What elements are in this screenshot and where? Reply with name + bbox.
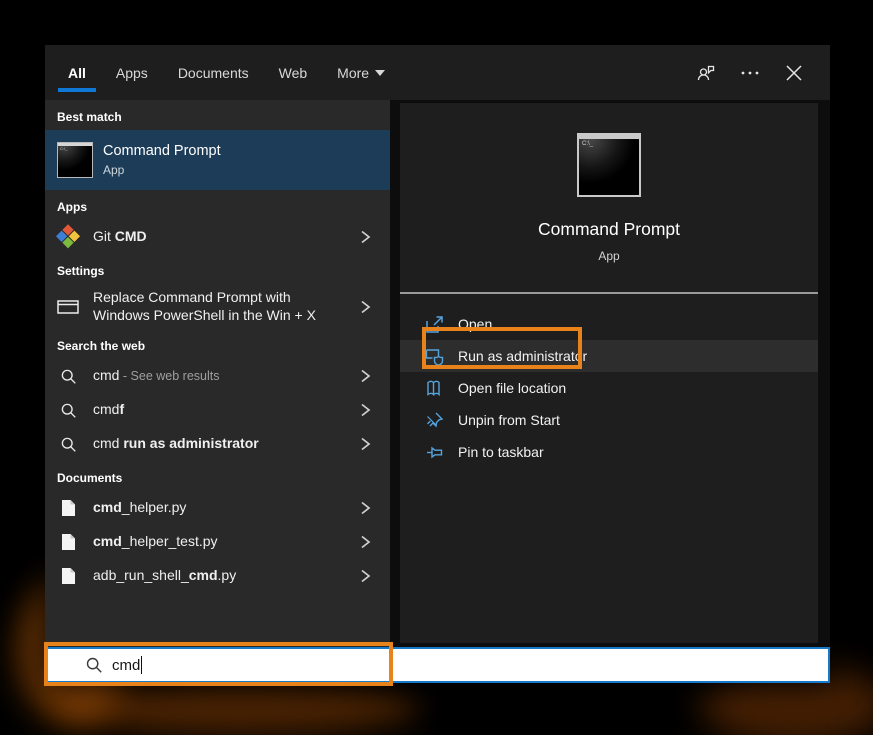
result-subtitle: App bbox=[103, 163, 221, 177]
results-panel: Best match C:\_ Command Prompt App Apps bbox=[45, 100, 390, 647]
more-options-icon[interactable] bbox=[739, 62, 761, 84]
command-prompt-icon: C:\_ bbox=[57, 142, 93, 178]
document-icon bbox=[57, 533, 79, 551]
chevron-right-icon[interactable] bbox=[360, 369, 374, 383]
git-cmd-icon bbox=[57, 228, 79, 246]
result-command-prompt[interactable]: C:\_ Command Prompt App bbox=[45, 130, 390, 190]
action-pin-to-taskbar[interactable]: Pin to taskbar bbox=[400, 436, 818, 468]
tab-apps-label: Apps bbox=[116, 65, 148, 81]
chevron-right-icon[interactable] bbox=[360, 501, 374, 515]
run-as-admin-icon bbox=[425, 347, 444, 366]
document-icon bbox=[57, 567, 79, 585]
result-label: cmd_helper_test.py bbox=[93, 533, 360, 551]
section-header-apps: Apps bbox=[45, 190, 390, 220]
document-cmd-helper[interactable]: cmd_helper.py bbox=[45, 491, 390, 525]
chevron-right-icon[interactable] bbox=[360, 300, 374, 314]
feedback-icon[interactable] bbox=[695, 62, 717, 84]
command-prompt-icon-large: C:\_ bbox=[577, 133, 641, 197]
action-run-as-administrator[interactable]: Run as administrator bbox=[400, 340, 818, 372]
search-suggestion-icon bbox=[57, 436, 79, 453]
result-label: Git CMD bbox=[93, 228, 360, 246]
open-icon bbox=[425, 315, 444, 334]
orange-glow-decoration bbox=[60, 680, 420, 735]
tab-documents-label: Documents bbox=[178, 65, 249, 81]
section-header-documents: Documents bbox=[45, 461, 390, 491]
search-tabs: All Apps Documents Web More bbox=[68, 45, 415, 100]
section-header-search-the-web: Search the web bbox=[45, 329, 390, 359]
action-label: Pin to taskbar bbox=[458, 444, 544, 460]
search-icon bbox=[85, 656, 103, 674]
unpin-icon bbox=[425, 411, 444, 430]
document-icon bbox=[57, 499, 79, 517]
pin-icon bbox=[425, 443, 444, 462]
result-label: adb_run_shell_cmd.py bbox=[93, 567, 360, 585]
result-title: Command Prompt bbox=[103, 143, 221, 159]
tab-web[interactable]: Web bbox=[279, 65, 308, 100]
result-label: cmdf bbox=[93, 401, 360, 419]
chevron-right-icon[interactable] bbox=[360, 230, 374, 244]
tab-all[interactable]: All bbox=[68, 65, 86, 100]
search-input[interactable]: cmd bbox=[45, 647, 830, 683]
section-header-settings: Settings bbox=[45, 254, 390, 284]
result-label: cmd_helper.py bbox=[93, 499, 360, 517]
chevron-right-icon[interactable] bbox=[360, 535, 374, 549]
action-label: Open bbox=[458, 316, 492, 332]
result-label: cmd - See web results bbox=[93, 367, 360, 385]
document-cmd-helper-test[interactable]: cmd_helper_test.py bbox=[45, 525, 390, 559]
preview-subtitle: App bbox=[400, 249, 818, 263]
action-label: Open file location bbox=[458, 380, 566, 396]
search-query-text: cmd bbox=[112, 657, 140, 674]
action-label: Unpin from Start bbox=[458, 412, 560, 428]
preview-title: Command Prompt bbox=[400, 219, 818, 240]
section-header-best-match: Best match bbox=[45, 100, 390, 130]
open-file-location-icon bbox=[425, 379, 444, 398]
result-label: Replace Command Prompt with Windows Powe… bbox=[93, 289, 360, 324]
tab-more-label: More bbox=[337, 65, 369, 81]
text-caret bbox=[141, 656, 142, 674]
search-suggestion-icon bbox=[57, 402, 79, 419]
search-results-body: Best match C:\_ Command Prompt App Apps bbox=[45, 100, 830, 647]
preview-divider bbox=[400, 292, 818, 294]
chevron-right-icon[interactable] bbox=[360, 569, 374, 583]
action-unpin-from-start[interactable]: Unpin from Start bbox=[400, 404, 818, 436]
search-tab-bar: All Apps Documents Web More bbox=[45, 45, 830, 100]
action-label: Run as administrator bbox=[458, 348, 587, 364]
web-suggestion-cmd[interactable]: cmd - See web results bbox=[45, 359, 390, 393]
chevron-right-icon[interactable] bbox=[360, 437, 374, 451]
tab-web-label: Web bbox=[279, 65, 308, 81]
preview-panel: C:\_ Command Prompt App Open bbox=[400, 103, 818, 643]
tab-documents[interactable]: Documents bbox=[178, 65, 249, 100]
action-open[interactable]: Open bbox=[400, 308, 818, 340]
action-open-file-location[interactable]: Open file location bbox=[400, 372, 818, 404]
preview-area: C:\_ Command Prompt App Open bbox=[390, 100, 830, 647]
web-suggestion-cmdf[interactable]: cmdf bbox=[45, 393, 390, 427]
tab-more[interactable]: More bbox=[337, 65, 385, 100]
result-label: cmd run as administrator bbox=[93, 435, 360, 453]
context-actions: Open Run as administrator bbox=[400, 308, 818, 468]
windows-search-flyout: All Apps Documents Web More bbox=[45, 45, 830, 683]
chevron-right-icon[interactable] bbox=[360, 403, 374, 417]
screenshot-canvas: All Apps Documents Web More bbox=[0, 0, 873, 735]
web-suggestion-cmd-run-as-administrator[interactable]: cmd run as administrator bbox=[45, 427, 390, 461]
result-replace-command-prompt[interactable]: Replace Command Prompt with Windows Powe… bbox=[45, 284, 390, 329]
settings-window-icon bbox=[57, 300, 79, 314]
document-adb-run-shell-cmd[interactable]: adb_run_shell_cmd.py bbox=[45, 559, 390, 593]
result-git-cmd[interactable]: Git CMD bbox=[45, 220, 390, 254]
search-suggestion-icon bbox=[57, 368, 79, 385]
tab-apps[interactable]: Apps bbox=[116, 65, 148, 100]
active-tab-underline bbox=[58, 88, 96, 92]
tab-all-label: All bbox=[68, 65, 86, 81]
chevron-down-icon bbox=[375, 70, 385, 77]
tab-bar-right-icons bbox=[695, 62, 805, 84]
close-icon[interactable] bbox=[783, 62, 805, 84]
